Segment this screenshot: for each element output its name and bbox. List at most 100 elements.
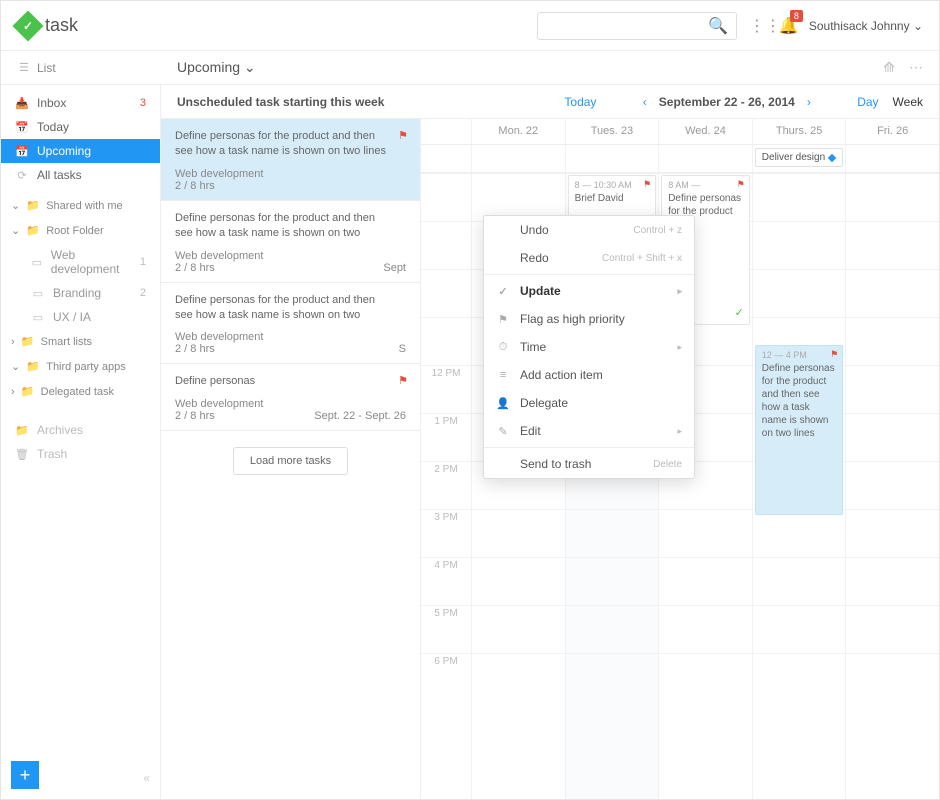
sidebar: 📥 Inbox 3 📅 Today 📅 Upcoming ⟳ All tasks (1, 85, 161, 799)
load-more-button[interactable]: Load more tasks (233, 447, 348, 475)
context-menu-delegate[interactable]: 👤 Delegate (484, 389, 694, 417)
chevron-right-icon: ▸ (677, 286, 682, 297)
pencil-icon: ✎ (496, 425, 510, 438)
view-title-label: Upcoming (177, 59, 240, 75)
sidebar-header-shared[interactable]: ⌄ 📁 Shared with me (1, 193, 160, 218)
context-menu-undo[interactable]: Undo Control + z (484, 216, 694, 244)
topbar: task 🔍 ⋮⋮⋮ 🔔8 Southisack Johnny ⌄ (1, 1, 939, 51)
toolbar-list-toggle[interactable]: ☰ List (1, 61, 161, 75)
folder-icon: 📁 (26, 224, 40, 237)
sidebar-header-smart[interactable]: › 📁 Smart lists (1, 329, 160, 354)
event-title: Define personas for the product and then… (762, 362, 837, 440)
sidebar-item-trash[interactable]: 🗑 Trash (1, 442, 160, 466)
task-title: Define personas for the product and then… (175, 129, 406, 160)
task-title: Define personas for the product and then… (175, 211, 406, 242)
sidebar-header-label: Third party apps (46, 361, 125, 373)
calendar-event[interactable]: ⚑ 12 — 4 PM Define personas for the prod… (755, 345, 844, 515)
sidebar-header-third-party[interactable]: ⌄ 📁 Third party apps (1, 354, 160, 379)
add-button[interactable]: + (11, 761, 39, 789)
week-view-button[interactable]: Week (893, 95, 923, 109)
sidebar-item-upcoming[interactable]: 📅 Upcoming (1, 139, 160, 163)
apps-grid-icon[interactable]: ⋮⋮⋮ (749, 16, 767, 36)
flag-icon: ⚑ (398, 129, 408, 142)
sidebar-item-today[interactable]: 📅 Today (1, 115, 160, 139)
sidebar-header-label: Shared with me (46, 200, 122, 212)
sidebar-collapse-button[interactable]: « (143, 771, 150, 785)
flag-icon: ⚑ (398, 374, 408, 387)
time-label: 3 PM (421, 509, 471, 557)
sidebar-label: Inbox (37, 96, 66, 110)
flag-icon: ⚑ (830, 349, 838, 361)
allday-event[interactable]: Deliver design (755, 148, 844, 167)
today-button[interactable]: Today (564, 95, 596, 109)
task-card[interactable]: ⚑ Define personas for the product and th… (161, 119, 420, 201)
folder-icon: 📁 (21, 385, 35, 398)
doc-icon: ▭ (31, 311, 45, 324)
menu-shortcut: Control + z (633, 225, 682, 236)
time-label: 2 PM (421, 461, 471, 509)
task-card[interactable]: Define personas for the product and then… (161, 201, 420, 283)
main-content: Unscheduled task starting this week Toda… (161, 85, 939, 799)
day-column-fri[interactable] (845, 173, 939, 799)
context-menu-add-action[interactable]: ≡ Add action item (484, 361, 694, 389)
time-label: 12 PM (421, 365, 471, 413)
user-menu[interactable]: Southisack Johnny ⌄ (809, 19, 923, 33)
task-title: Define personas (175, 374, 406, 389)
sidebar-item-branding[interactable]: ▭ Branding 2 (1, 281, 160, 305)
context-menu-edit[interactable]: ✎ Edit ▸ (484, 417, 694, 445)
more-icon[interactable]: ⋯ (909, 59, 923, 76)
chevron-down-icon: ⌄ (244, 59, 256, 75)
sidebar-header-label: Smart lists (41, 336, 92, 348)
notifications-bell-icon[interactable]: 🔔8 (779, 16, 797, 36)
sidebar-label: Upcoming (37, 144, 91, 158)
task-card[interactable]: Define personas for the product and then… (161, 283, 420, 365)
time-label (421, 221, 471, 269)
context-menu-redo[interactable]: Redo Control + Shift + x (484, 244, 694, 272)
task-hours: 2 / 8 hrs (175, 410, 215, 422)
loop-icon: ⟳ (15, 169, 29, 182)
task-hours: 2 / 8 hrs (175, 262, 215, 274)
context-menu-time[interactable]: ⏱ Time ▸ (484, 333, 694, 361)
sidebar-item-archives[interactable]: 📁 Archives (1, 418, 160, 442)
event-marker-icon (828, 153, 836, 161)
sidebar-header-root[interactable]: ⌄ 📁 Root Folder (1, 218, 160, 243)
task-card[interactable]: ⚑ Define personas Web development 2 / 8 … (161, 364, 420, 430)
context-menu-flag[interactable]: ⚑ Flag as high priority (484, 305, 694, 333)
next-range-button[interactable]: › (807, 95, 811, 109)
activity-icon[interactable]: ⟰ (883, 59, 895, 76)
calendar-icon: 📅 (15, 121, 29, 134)
inbox-icon: 📥 (15, 97, 29, 110)
sidebar-item-all-tasks[interactable]: ⟳ All tasks (1, 163, 160, 187)
context-menu-trash[interactable]: Send to trash Delete (484, 450, 694, 478)
sidebar-item-ux-ia[interactable]: ▭ UX / IA (1, 305, 160, 329)
task-date: S (399, 343, 406, 355)
view-title-dropdown[interactable]: Upcoming ⌄ (177, 59, 256, 76)
folder-icon: 📁 (21, 335, 35, 348)
time-label (421, 317, 471, 365)
task-project: Web development (175, 250, 263, 262)
day-view-button[interactable]: Day (857, 95, 878, 109)
date-range-label: September 22 - 26, 2014 (659, 95, 795, 109)
context-menu: Undo Control + z Redo Control + Shift + … (483, 215, 695, 479)
menu-label: Time (520, 340, 546, 354)
sidebar-item-web-dev[interactable]: ▭ Web development 1 (1, 243, 160, 281)
sidebar-count: 2 (140, 287, 146, 299)
time-label (421, 173, 471, 221)
sidebar-header-delegated[interactable]: › 📁 Delegated task (1, 379, 160, 404)
folder-icon: 📁 (15, 424, 29, 437)
task-project: Web development (175, 398, 263, 410)
day-column-thurs[interactable]: ⚑ 12 — 4 PM Define personas for the prod… (752, 173, 846, 799)
logo[interactable]: task (17, 15, 78, 37)
chevron-down-icon: ⌄ (11, 199, 20, 212)
sidebar-label: All tasks (37, 168, 82, 182)
time-label: 6 PM (421, 653, 471, 701)
sidebar-label: Branding (53, 286, 101, 300)
event-title: Brief David (575, 192, 650, 205)
clock-icon: ⏱ (496, 341, 510, 354)
search-input[interactable]: 🔍 (537, 12, 737, 40)
list-label: List (37, 61, 56, 75)
sidebar-item-inbox[interactable]: 📥 Inbox 3 (1, 91, 160, 115)
context-menu-update[interactable]: ✓ Update ▸ (484, 277, 694, 305)
menu-label: Undo (520, 223, 549, 237)
prev-range-button[interactable]: ‹ (643, 95, 647, 109)
